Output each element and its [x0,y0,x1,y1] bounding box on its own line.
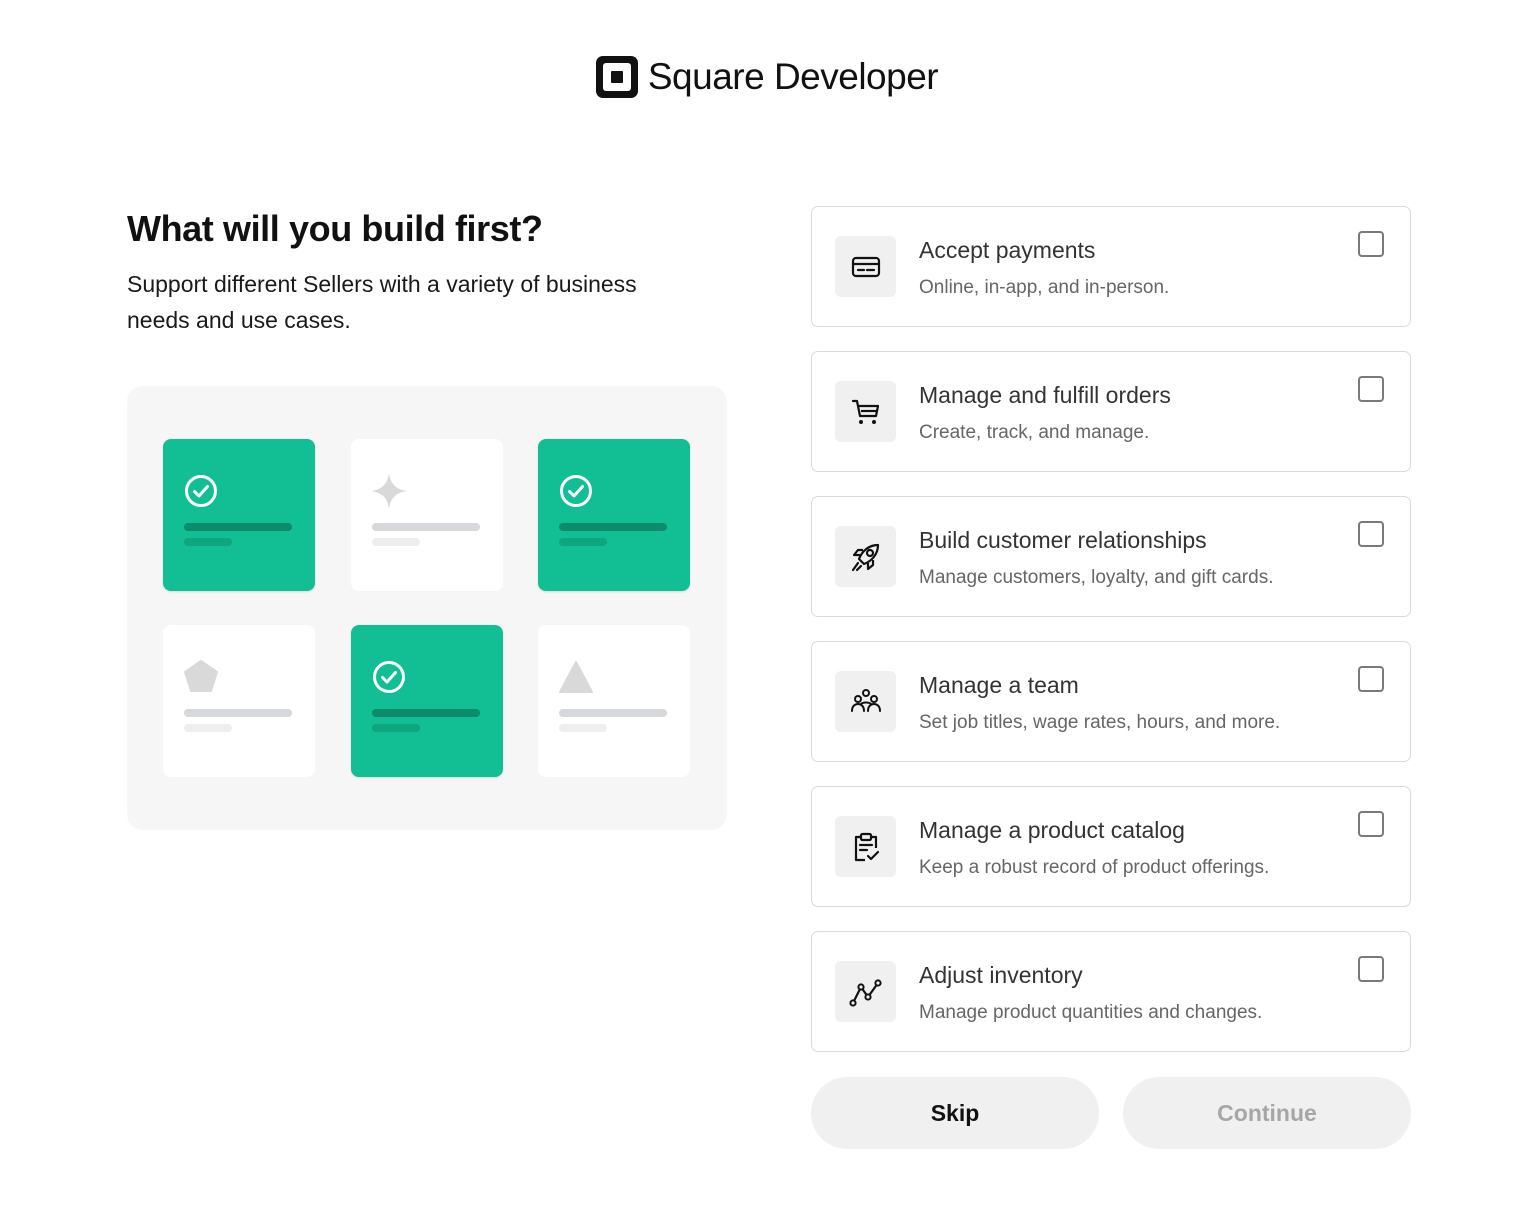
option-checkbox[interactable] [1358,811,1384,837]
option-checkbox[interactable] [1358,376,1384,402]
option-title: Manage a product catalog [919,817,1185,843]
option-customer-relationships[interactable]: Build customer relationships Manage cust… [811,496,1411,617]
clipboard-check-icon [835,816,896,877]
tile-line [184,724,232,732]
option-description: Set job titles, wage rates, hours, and m… [919,712,1281,733]
option-description: Online, in-app, and in-person. [919,277,1170,298]
option-manage-orders[interactable]: Manage and fulfill orders Create, track,… [811,351,1411,472]
option-checkbox[interactable] [1358,521,1384,547]
tile-line [559,523,667,531]
sparkle-icon [371,473,407,509]
page-subtitle: Support different Sellers with a variety… [127,271,637,333]
check-circle-icon [373,661,405,693]
tile-line [184,709,292,717]
illustration-tile [351,439,503,591]
shopping-cart-icon [835,381,896,442]
pentagon-icon [184,660,218,692]
check-circle-icon [185,475,217,507]
illustration-tile-selected [538,439,690,591]
tile-line [184,523,292,531]
illustration-panel [127,386,727,830]
option-adjust-inventory[interactable]: Adjust inventory Manage product quantiti… [811,931,1411,1052]
square-logo-icon [595,56,638,98]
check-circle-icon [560,475,592,507]
trend-line-icon [835,961,896,1022]
option-description: Manage product quantities and changes. [919,1002,1263,1023]
intro-section: What will you build first? Support diffe… [127,208,727,338]
triangle-icon [559,661,593,693]
tile-line [184,538,232,546]
option-title: Manage a team [919,672,1079,698]
option-title: Build customer relationships [919,527,1207,553]
option-title: Accept payments [919,237,1096,263]
tile-line [372,724,420,732]
tile-line [559,709,667,717]
option-description: Create, track, and manage. [919,422,1150,443]
option-description: Keep a robust record of product offering… [919,857,1270,878]
option-checkbox[interactable] [1358,956,1384,982]
brand[interactable]: Square Developer [595,56,939,98]
tile-line [559,724,607,732]
continue-button[interactable]: Continue [1123,1077,1411,1149]
option-checkbox[interactable] [1358,231,1384,257]
option-checkbox[interactable] [1358,666,1384,692]
credit-card-icon [835,236,896,297]
illustration-tile-selected [163,439,315,591]
illustration-tile [538,625,690,777]
skip-button[interactable]: Skip [811,1077,1099,1149]
page-title: What will you build first? [127,208,543,249]
options-list: Accept payments Online, in-app, and in-p… [811,206,1411,1076]
illustration-tile-selected [351,625,503,777]
team-icon [835,671,896,732]
illustration-tile [163,625,315,777]
header: Square Developer [0,56,1534,98]
option-manage-team[interactable]: Manage a team Set job titles, wage rates… [811,641,1411,762]
tile-line [372,538,420,546]
option-title: Manage and fulfill orders [919,382,1171,408]
option-title: Adjust inventory [919,962,1083,988]
tile-line [372,709,480,717]
rocket-icon [835,526,896,587]
brand-name: Square Developer [647,56,939,97]
tile-line [372,523,480,531]
action-buttons: Skip Continue [811,1077,1411,1149]
tile-line [559,538,607,546]
option-description: Manage customers, loyalty, and gift card… [919,567,1274,588]
option-product-catalog[interactable]: Manage a product catalog Keep a robust r… [811,786,1411,907]
option-accept-payments[interactable]: Accept payments Online, in-app, and in-p… [811,206,1411,327]
